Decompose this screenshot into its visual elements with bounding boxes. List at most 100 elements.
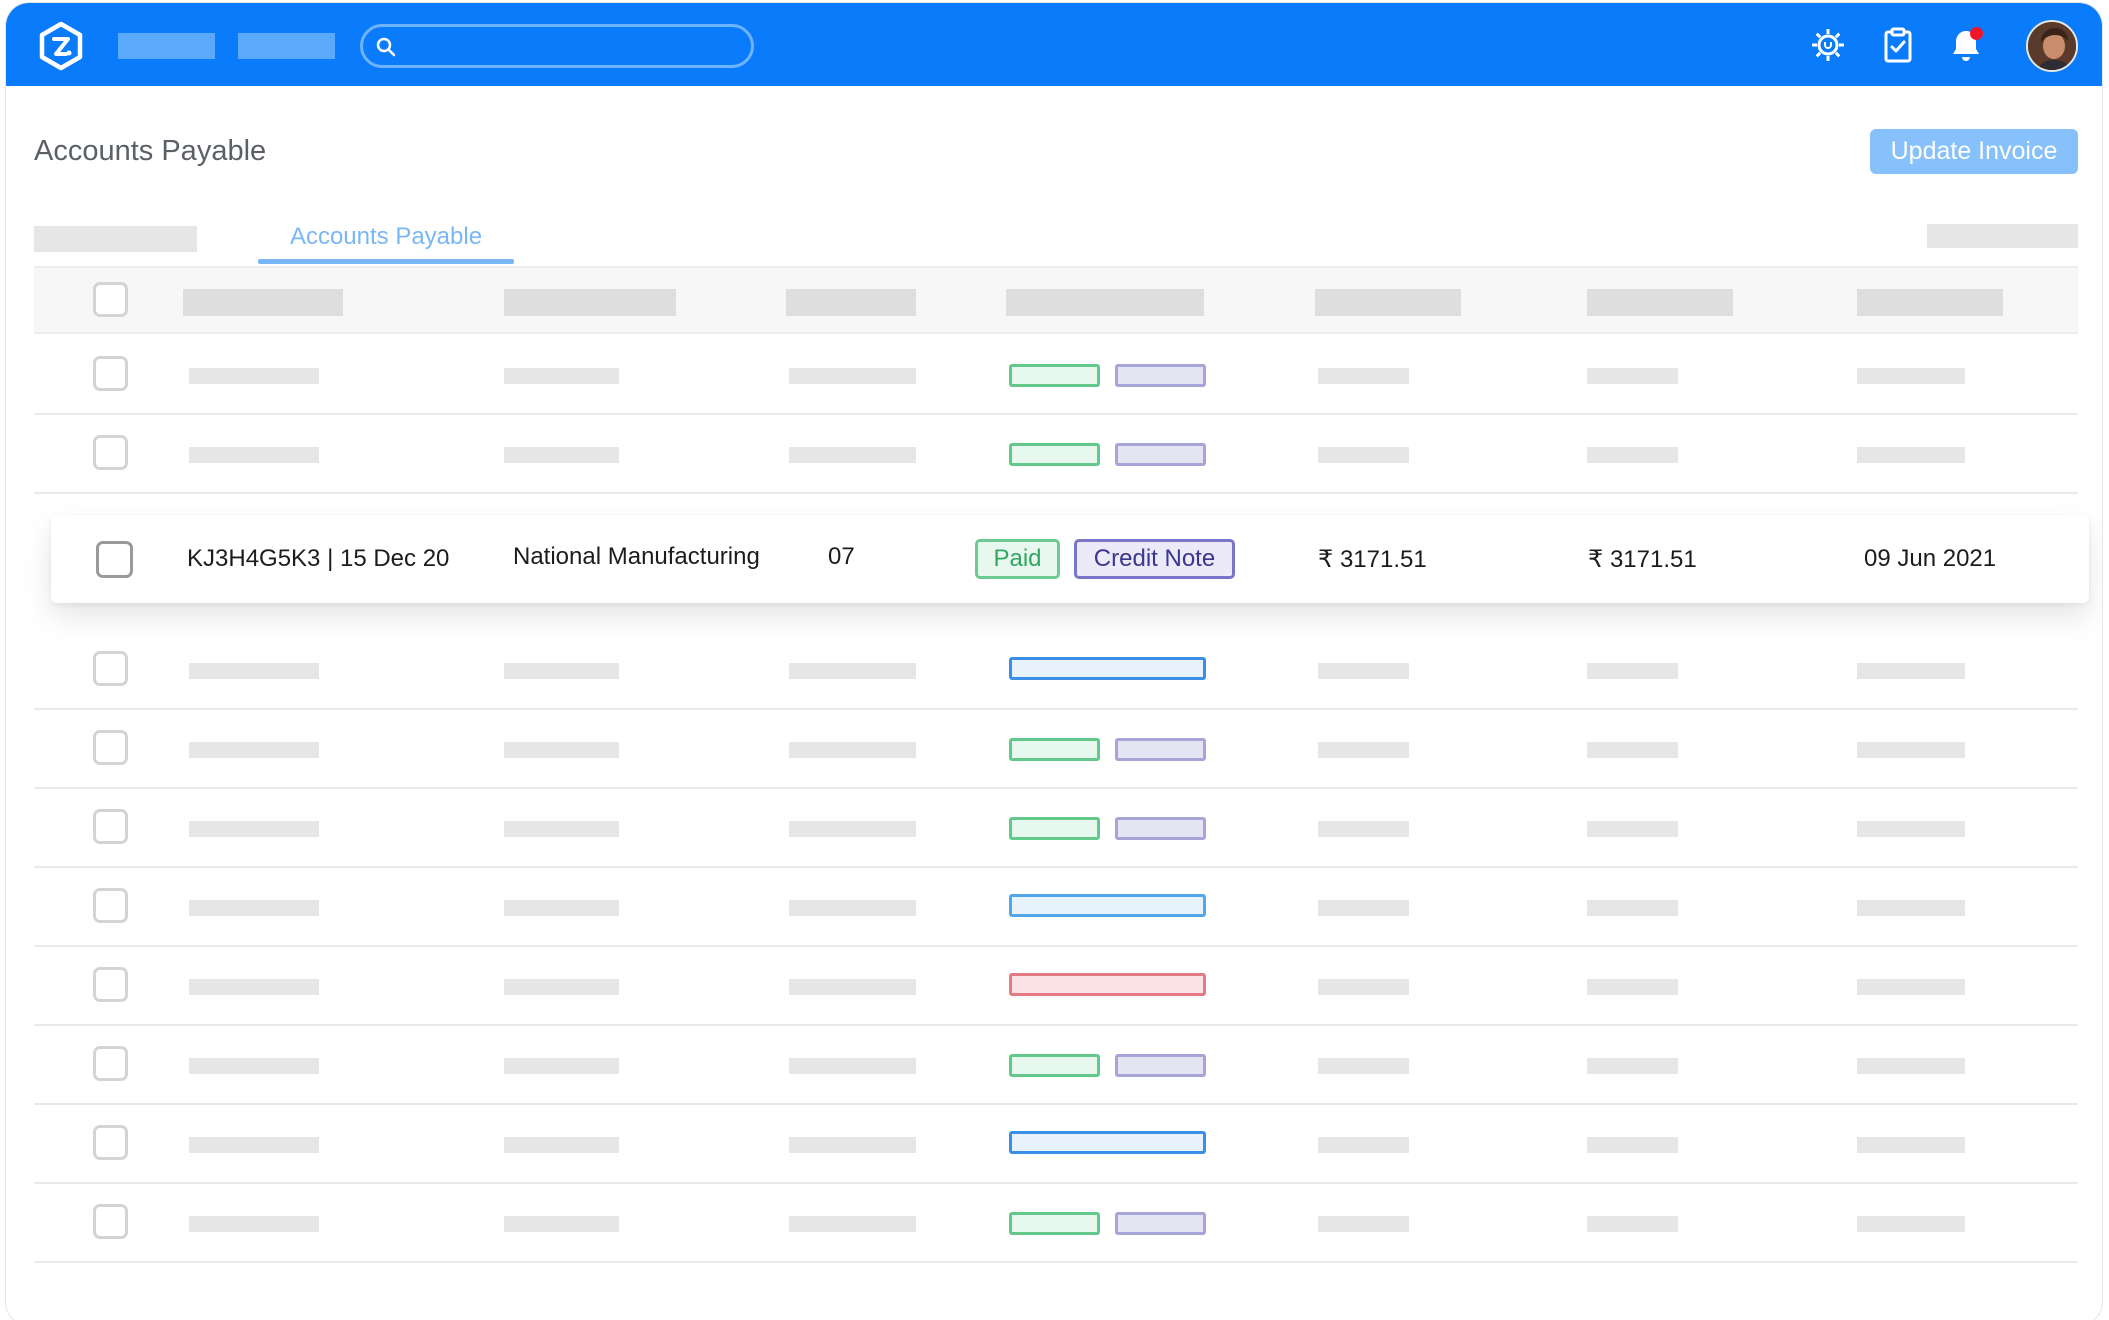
cell-placeholder [1318,447,1409,463]
tab-accounts-payable[interactable]: Accounts Payable [258,219,514,263]
avatar[interactable] [2026,20,2078,72]
cell-placeholder [504,900,619,916]
cell-placeholder [504,742,619,758]
status-pill [1009,443,1100,466]
column-header-placeholder[interactable] [504,289,676,316]
table-row[interactable] [34,710,2078,789]
table-row[interactable] [34,1105,2078,1184]
table-row[interactable] [34,947,2078,1026]
cell-placeholder [789,979,916,995]
type-pill [1115,1212,1206,1235]
status-badge-paid: Paid [975,539,1060,579]
cell-placeholder [789,1216,916,1232]
table-row[interactable] [34,1026,2078,1105]
cell-placeholder [1318,1058,1409,1074]
nav-item-placeholder[interactable] [118,33,215,59]
cell-placeholder [1587,1137,1678,1153]
cell-placeholder [1318,900,1409,916]
column-header-placeholder[interactable] [786,289,916,316]
cell-placeholder [1587,1216,1678,1232]
select-all-checkbox[interactable] [93,282,128,317]
row-checkbox[interactable] [93,730,128,765]
cell-placeholder [1587,900,1678,916]
row-checkbox[interactable] [93,1046,128,1081]
cell-placeholder [189,821,319,837]
cell-placeholder [504,663,619,679]
cell-placeholder [189,1137,319,1153]
table-row[interactable] [34,868,2078,947]
cell-placeholder [1587,979,1678,995]
status-pill [1009,1212,1100,1235]
type-pill [1115,1054,1206,1077]
cell-placeholder [1318,368,1409,384]
cell-placeholder [1587,447,1678,463]
cell-placeholder [189,742,319,758]
search-input[interactable] [360,24,754,68]
cell-placeholder [189,663,319,679]
toolbar-placeholder[interactable] [1927,224,2078,248]
cell-placeholder [789,1058,916,1074]
status-pill [1009,657,1206,680]
cell-placeholder [1587,1058,1678,1074]
user-avatar-icon [2028,22,2076,70]
type-badge-credit-note: Credit Note [1074,539,1235,579]
cell-placeholder [1857,1216,1965,1232]
cell-placeholder [504,1058,619,1074]
table-row[interactable] [34,631,2078,710]
row-checkbox[interactable] [93,809,128,844]
status-pill [1009,894,1206,917]
status-pill [1009,364,1100,387]
cell-placeholder [1587,368,1678,384]
cell-placeholder [189,447,319,463]
type-pill [1115,443,1206,466]
table-row[interactable] [34,415,2078,494]
update-invoice-button[interactable]: Update Invoice [1870,129,2078,174]
nav-item-placeholder[interactable] [238,33,335,59]
clipboard-check-icon[interactable] [1878,25,1918,65]
settings-gear-icon[interactable] [1808,25,1848,65]
row-checkbox[interactable] [93,651,128,686]
column-header-placeholder[interactable] [1587,289,1733,316]
column-header-placeholder[interactable] [1006,289,1204,316]
cell-placeholder [789,821,916,837]
status-pill [1009,817,1100,840]
cell-placeholder [1857,1137,1965,1153]
row-checkbox[interactable] [93,356,128,391]
table-row[interactable] [34,1184,2078,1263]
cell-placeholder [1318,1216,1409,1232]
row-checkbox[interactable] [93,967,128,1002]
row-checkbox[interactable] [93,1125,128,1160]
row-checkbox[interactable] [93,888,128,923]
cell-placeholder [189,979,319,995]
row-checkbox[interactable] [96,541,133,578]
balance-cell: ₹ 3171.51 [1588,546,1697,573]
table-row[interactable] [34,789,2078,868]
column-header-placeholder[interactable] [183,289,343,316]
cell-placeholder [189,1216,319,1232]
row-checkbox[interactable] [93,435,128,470]
cell-placeholder [504,1137,619,1153]
cell-placeholder [504,821,619,837]
column-header-placeholder[interactable] [1857,289,2003,316]
status-pill [1009,738,1100,761]
item-count: 07 [828,543,855,570]
cell-placeholder [1857,1058,1965,1074]
highlighted-invoice-row[interactable]: KJ3H4G5K3 | 15 Dec 20 National Manufactu… [51,515,2089,603]
cell-placeholder [504,979,619,995]
brand-logo-icon[interactable] [36,21,86,71]
amount-cell: ₹ 3171.51 [1318,546,1427,573]
cell-placeholder [1857,821,1965,837]
cell-placeholder [1318,821,1409,837]
cell-placeholder [1857,979,1965,995]
cell-placeholder [1318,663,1409,679]
type-pill [1115,817,1206,840]
column-header-placeholder[interactable] [1315,289,1461,316]
row-checkbox[interactable] [93,1204,128,1239]
table-row[interactable] [34,336,2078,415]
cell-placeholder [1587,742,1678,758]
cell-placeholder [504,1216,619,1232]
cell-placeholder [789,900,916,916]
vendor-name: National Manufacturing [513,543,760,570]
status-pill [1009,1054,1100,1077]
tab-placeholder[interactable] [34,226,197,252]
